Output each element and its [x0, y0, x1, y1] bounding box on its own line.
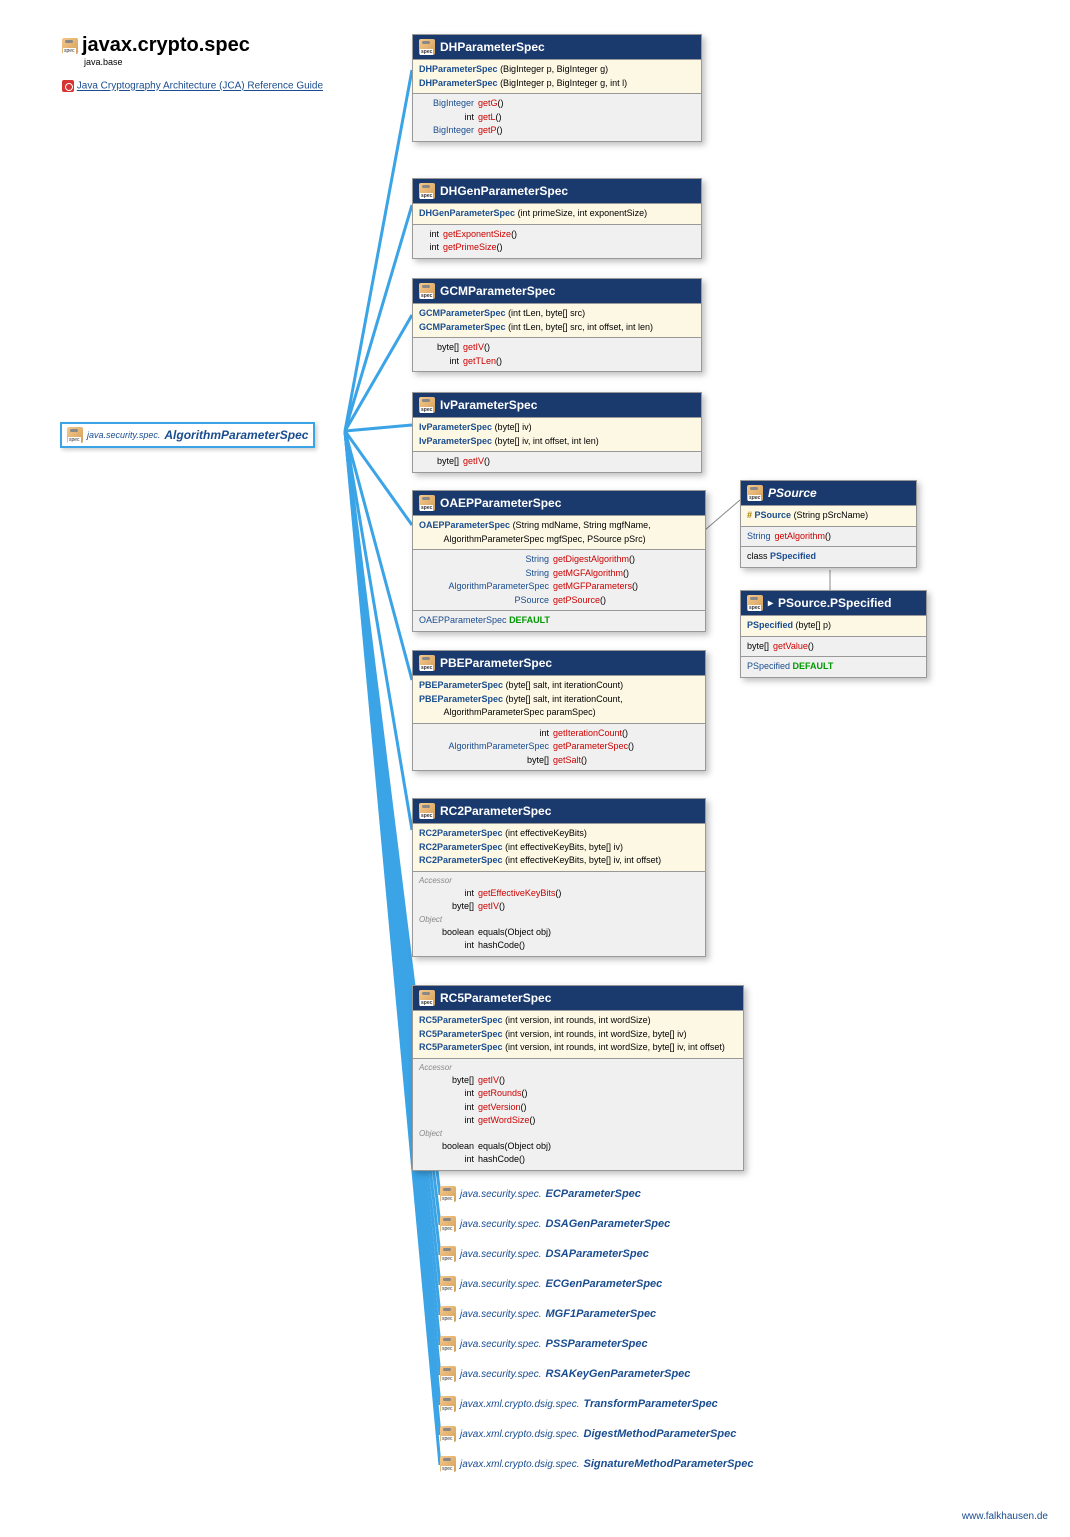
- ref-dsaparameterspec[interactable]: java.security.spec.DSAParameterSpec: [440, 1246, 649, 1262]
- spec-icon: [419, 397, 435, 413]
- spec-icon: [747, 595, 763, 611]
- class-rc2parameterspec[interactable]: RC2ParameterSpec RC2ParameterSpec (int e…: [412, 798, 706, 957]
- spec-icon: [419, 39, 435, 55]
- ref-ecparameterspec[interactable]: java.security.spec.ECParameterSpec: [440, 1186, 641, 1202]
- class-pbeparameterspec[interactable]: PBEParameterSpec PBEParameterSpec (byte[…: [412, 650, 706, 771]
- package-name: javax.crypto.spec: [82, 34, 250, 57]
- spec-icon: [440, 1186, 456, 1202]
- spec-icon: [440, 1216, 456, 1232]
- spec-icon: [419, 990, 435, 1006]
- root-interface[interactable]: java.security.spec.AlgorithmParameterSpe…: [60, 422, 315, 448]
- spec-icon: [747, 485, 763, 501]
- spec-icon: [440, 1366, 456, 1382]
- ref-digestmethodparameterspec[interactable]: javax.xml.crypto.dsig.spec.DigestMethodP…: [440, 1426, 736, 1442]
- ref-dsagenparameterspec[interactable]: java.security.spec.DSAGenParameterSpec: [440, 1216, 670, 1232]
- spec-icon: [67, 427, 83, 443]
- ref-pssparameterspec[interactable]: java.security.spec.PSSParameterSpec: [440, 1336, 648, 1352]
- spec-icon: [440, 1246, 456, 1262]
- spec-icon: [440, 1336, 456, 1352]
- link-icon: [62, 80, 74, 92]
- ref-mgf1parameterspec[interactable]: java.security.spec.MGF1ParameterSpec: [440, 1306, 656, 1322]
- class-gcmparameterspec[interactable]: GCMParameterSpec GCMParameterSpec (int t…: [412, 278, 702, 372]
- ref-signaturemethodparameterspec[interactable]: javax.xml.crypto.dsig.spec.SignatureMeth…: [440, 1456, 753, 1472]
- class-pspecified[interactable]: ▸PSource.PSpecified PSpecified (byte[] p…: [740, 590, 927, 678]
- ref-ecgenparameterspec[interactable]: java.security.spec.ECGenParameterSpec: [440, 1276, 662, 1292]
- package-icon: [62, 38, 78, 54]
- package-header: javax.crypto.spec java.base: [62, 34, 250, 67]
- spec-icon: [440, 1456, 456, 1472]
- class-ivparameterspec[interactable]: IvParameterSpec IvParameterSpec (byte[] …: [412, 392, 702, 473]
- class-rc5parameterspec[interactable]: RC5ParameterSpec RC5ParameterSpec (int v…: [412, 985, 744, 1171]
- module-name: java.base: [84, 57, 250, 67]
- class-dhgenparameterspec[interactable]: DHGenParameterSpec DHGenParameterSpec (i…: [412, 178, 702, 259]
- spec-icon: [440, 1276, 456, 1292]
- spec-icon: [440, 1396, 456, 1412]
- spec-icon: [419, 283, 435, 299]
- spec-icon: [440, 1306, 456, 1322]
- class-psource[interactable]: PSource # PSource (String pSrcName) Stri…: [740, 480, 917, 568]
- reference-link[interactable]: Java Cryptography Architecture (JCA) Ref…: [62, 80, 323, 92]
- spec-icon: [440, 1426, 456, 1442]
- ref-rsakeygenparameterspec[interactable]: java.security.spec.RSAKeyGenParameterSpe…: [440, 1366, 690, 1382]
- ref-transformparameterspec[interactable]: javax.xml.crypto.dsig.spec.TransformPara…: [440, 1396, 718, 1412]
- class-oaepparameterspec[interactable]: OAEPParameterSpec OAEPParameterSpec (Str…: [412, 490, 706, 632]
- spec-icon: [419, 183, 435, 199]
- spec-icon: [419, 655, 435, 671]
- spec-icon: [419, 803, 435, 819]
- spec-icon: [419, 495, 435, 511]
- class-dhparameterspec[interactable]: DHParameterSpec DHParameterSpec (BigInte…: [412, 34, 702, 142]
- footer-link[interactable]: www.falkhausen.de: [962, 1511, 1048, 1522]
